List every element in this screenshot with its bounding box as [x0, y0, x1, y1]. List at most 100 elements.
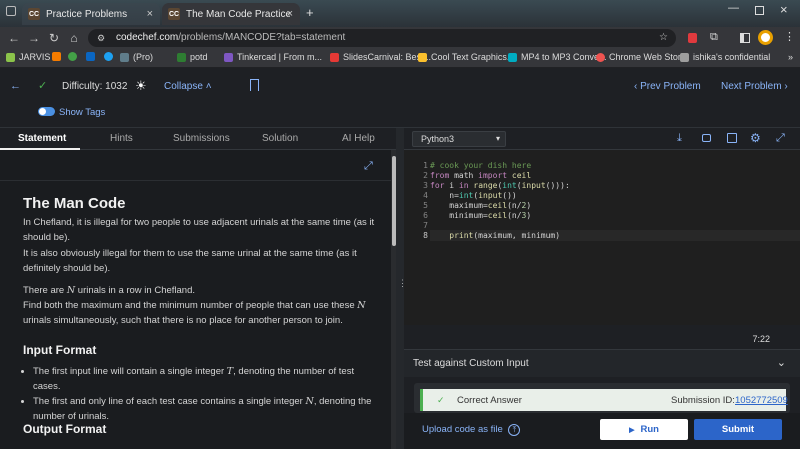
profile-avatar[interactable] — [758, 30, 773, 45]
bookmark-icon — [508, 52, 517, 62]
folder-icon — [680, 52, 689, 62]
code-line-8: print(maximum, minimum) — [449, 231, 561, 240]
sidebar-back-icon[interactable]: ← — [10, 80, 21, 92]
fullscreen-icon[interactable]: ⤢ — [776, 132, 785, 145]
extensions-puzzle-icon[interactable]: ⧉ — [710, 31, 718, 44]
close-tab-icon[interactable]: × — [287, 8, 293, 20]
show-tags-label: Show Tags — [59, 107, 106, 118]
editor-toolbar: Python3 ▾ ⤓ ⚙ ⤢ — [404, 128, 800, 150]
bookmark-chrome-web-store[interactable]: Chrome Web Store — [596, 52, 686, 62]
extension-icon[interactable] — [688, 33, 697, 43]
tab-title: Practice Problems — [46, 8, 128, 20]
bookmark-potd[interactable]: potd — [177, 52, 208, 62]
bookmark-cooltext[interactable]: Cool Text Graphics... — [418, 52, 514, 62]
code-line-6: minimum=ceil(n/3) — [430, 211, 532, 220]
whatsapp-icon — [68, 52, 77, 61]
download-icon[interactable]: ⤓ — [677, 132, 682, 145]
statement-para-3: There are N urinals in a row in Chefland… — [23, 285, 196, 296]
show-tags-toggle[interactable] — [38, 107, 55, 116]
chevron-down-icon[interactable]: ⌄ — [777, 356, 786, 369]
tab-submissions[interactable]: Submissions — [173, 133, 230, 144]
custom-input-toggle[interactable]: Test against Custom Input ⌄ — [404, 349, 800, 377]
menu-kebab-icon[interactable]: ⋮ — [784, 30, 795, 43]
settings-gear-icon[interactable]: ⚙ — [750, 131, 761, 145]
restore-icon[interactable] — [755, 6, 764, 15]
side-panel-icon[interactable] — [740, 33, 750, 43]
solved-check-icon: ✓ — [38, 80, 48, 92]
minimize-icon[interactable]: — — [728, 2, 739, 14]
line-number: 6 — [423, 211, 428, 220]
upload-file-button[interactable]: Upload code as file ⤒ — [422, 424, 521, 436]
bookmark-linkedin[interactable] — [86, 52, 99, 61]
bookmark-pro[interactable]: (Pro) — [120, 52, 153, 62]
line-number: 2 — [423, 171, 428, 180]
bookmark-icon — [330, 52, 339, 62]
tab-ai-help[interactable]: AI Help — [342, 133, 375, 144]
bookmark-twitter[interactable] — [104, 52, 117, 61]
run-button[interactable]: ▶ Run — [600, 419, 688, 440]
play-icon: ▶ — [629, 426, 635, 434]
window-close-icon[interactable]: × — [780, 2, 788, 17]
comment-icon[interactable] — [702, 134, 711, 142]
bookmark-mail[interactable] — [52, 52, 65, 61]
bookmark-star-icon[interactable]: ☆ — [659, 29, 668, 47]
theme-toggle-icon[interactable]: ☀ — [135, 78, 147, 94]
verdict-text: Correct Answer — [457, 395, 522, 406]
custom-input-label: Test against Custom Input — [413, 358, 529, 369]
new-tab-button[interactable]: + — [306, 5, 314, 20]
result-card: ✓ Correct Answer Submission ID: 10527725… — [414, 383, 790, 413]
bookmark-tinkercad[interactable]: Tinkercad | From m... — [224, 52, 322, 62]
browser-tab-practice[interactable]: CC Practice Problems × — [22, 3, 160, 25]
line-number: 4 — [423, 191, 428, 200]
codechef-favicon: CC — [168, 8, 180, 20]
divider — [0, 180, 392, 181]
submission-id-link[interactable]: 1052772509 — [735, 395, 788, 406]
chevron-up-icon: ˄ — [205, 81, 212, 92]
collapse-button[interactable]: Collapse ˄ — [164, 81, 212, 92]
home-icon[interactable]: ⌂ — [66, 30, 82, 46]
reload-icon[interactable]: ↻ — [46, 30, 62, 46]
submit-button[interactable]: Submit — [694, 419, 782, 440]
save-icon[interactable] — [727, 133, 737, 143]
bookmark-mp4tomp3[interactable]: MP4 to MP3 Conve... — [508, 52, 607, 62]
toolbar: ← → ↻ ⌂ ⚙ codechef.com/problems/MANCODE?… — [0, 27, 800, 49]
input-format-list: The first input line will contain a sing… — [33, 364, 373, 424]
code-line-2: from math import ceil — [430, 171, 532, 180]
prev-problem-button[interactable]: ‹ Prev Problem — [634, 81, 701, 92]
expand-icon[interactable]: ⤢ — [364, 160, 373, 173]
run-panel: 7:22 Test against Custom Input ⌄ ✓ Corre… — [404, 325, 800, 449]
tab-statement[interactable]: Statement — [18, 133, 66, 144]
list-item: The first input line will contain a sing… — [33, 364, 373, 394]
site-info-icon[interactable]: ⚙ — [97, 29, 105, 47]
tab-hints[interactable]: Hints — [110, 133, 133, 144]
bookmark-whatsapp[interactable] — [68, 52, 81, 61]
code-line-1: # cook your dish here — [430, 161, 532, 170]
bookmark-icon — [6, 52, 15, 62]
language-select[interactable]: Python3 ▾ — [412, 131, 506, 147]
more-bookmarks-button[interactable]: » — [788, 52, 793, 62]
tab-solution[interactable]: Solution — [262, 133, 298, 144]
bookmark-icon — [418, 52, 427, 62]
mail-icon — [52, 52, 61, 61]
panel-resize-handle[interactable]: ⋮ — [396, 128, 407, 449]
code-line-4: n=int(input()) — [430, 191, 517, 200]
tab-search-icon[interactable] — [6, 6, 16, 16]
browser-tab-mancode[interactable]: CC The Man Code Practice Coding × — [162, 3, 300, 25]
address-bar[interactable]: ⚙ codechef.com/problems/MANCODE?tab=stat… — [88, 29, 676, 47]
next-problem-button[interactable]: Next Problem › — [721, 81, 788, 92]
url-path: /problems/MANCODE?tab=statement — [178, 32, 346, 43]
back-icon[interactable]: ← — [6, 30, 22, 46]
difficulty-label: Difficulty: 1032 — [62, 81, 128, 92]
problem-statement[interactable]: ⤢ The Man Code In Chefland, it is illega… — [0, 150, 396, 449]
bookmarks-bar: JARVIS (Pro) potd Tinkercad | From m... … — [0, 49, 800, 68]
bookmark-problem-icon[interactable] — [250, 79, 259, 91]
problem-header: ← ✓ Difficulty: 1032 ☀ Collapse ˄ ‹ Prev… — [0, 68, 800, 128]
bookmark-slidescarnival[interactable]: SlidesCarnival: Best... — [330, 52, 431, 62]
code-editor[interactable]: 1 # cook your dish here 2 from math impo… — [404, 150, 800, 325]
cursor-position: 7:22 — [752, 334, 770, 344]
line-number: 1 — [423, 161, 428, 170]
bookmark-ishika[interactable]: ishika's confidential — [680, 52, 770, 62]
forward-icon[interactable]: → — [26, 30, 42, 46]
bookmark-jarvis[interactable]: JARVIS — [6, 52, 50, 62]
close-tab-icon[interactable]: × — [147, 8, 153, 20]
